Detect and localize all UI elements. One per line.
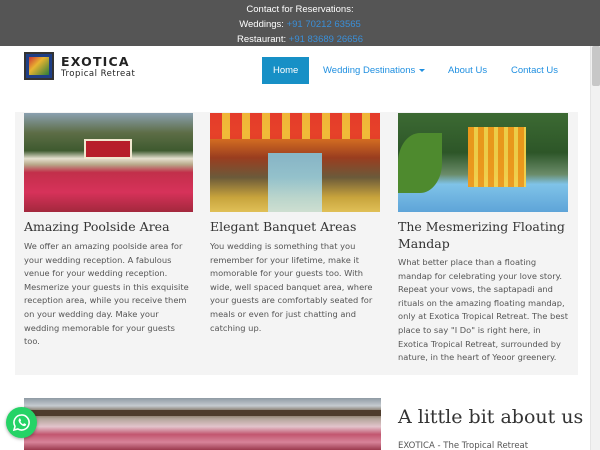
weddings-contact: Weddings: +91 70212 63565 xyxy=(0,17,600,32)
whatsapp-button[interactable] xyxy=(6,407,37,438)
restaurant-label: Restaurant: xyxy=(237,34,287,45)
poolside-description: We offer an amazing poolside area for yo… xyxy=(24,241,189,347)
about-heading: A little bit about us xyxy=(398,406,584,428)
restaurant-phone-link[interactable]: +91 83689 26656 xyxy=(289,34,363,45)
nav-about-us[interactable]: About Us xyxy=(448,57,487,84)
nav-wedding-destinations[interactable]: Wedding Destinations xyxy=(323,57,426,84)
brand-subtitle: Tropical Retreat xyxy=(61,69,136,79)
about-image xyxy=(24,398,381,450)
brand-title[interactable]: EXOTICA xyxy=(61,54,130,69)
poolside-image xyxy=(24,113,193,212)
navbar: EXOTICA Tropical Retreat Home Wedding De… xyxy=(0,46,590,108)
banquet-description: You wedding is something that you rememb… xyxy=(210,241,373,333)
mandap-description: What better place than a floating mandap… xyxy=(398,257,569,363)
whatsapp-icon xyxy=(12,414,30,432)
brand-logo[interactable] xyxy=(24,52,54,80)
mandap-title: The Mesmerizing Floating Mandap xyxy=(398,219,565,251)
scrollbar-thumb[interactable] xyxy=(592,46,600,86)
nav-home[interactable]: Home xyxy=(262,57,310,84)
nav-contact-us[interactable]: Contact Us xyxy=(511,57,558,84)
contact-heading: Contact for Reservations: xyxy=(246,4,354,15)
banquet-title: Elegant Banquet Areas xyxy=(210,219,357,234)
caret-down-icon xyxy=(419,68,426,72)
page-scrollbar[interactable] xyxy=(590,46,600,450)
contact-bar: Contact for Reservations: Weddings: +91 … xyxy=(0,0,600,46)
about-intro: EXOTICA - The Tropical Retreat xyxy=(398,441,529,450)
weddings-label: Weddings: xyxy=(239,19,284,30)
nav-wedding-destinations-label: Wedding Destinations xyxy=(323,65,416,76)
weddings-phone-link[interactable]: +91 70212 63565 xyxy=(287,19,361,30)
restaurant-contact: Restaurant: +91 83689 26656 xyxy=(0,32,600,47)
mandap-image xyxy=(398,113,568,212)
poolside-title: Amazing Poolside Area xyxy=(24,219,170,234)
banquet-image xyxy=(210,113,380,212)
